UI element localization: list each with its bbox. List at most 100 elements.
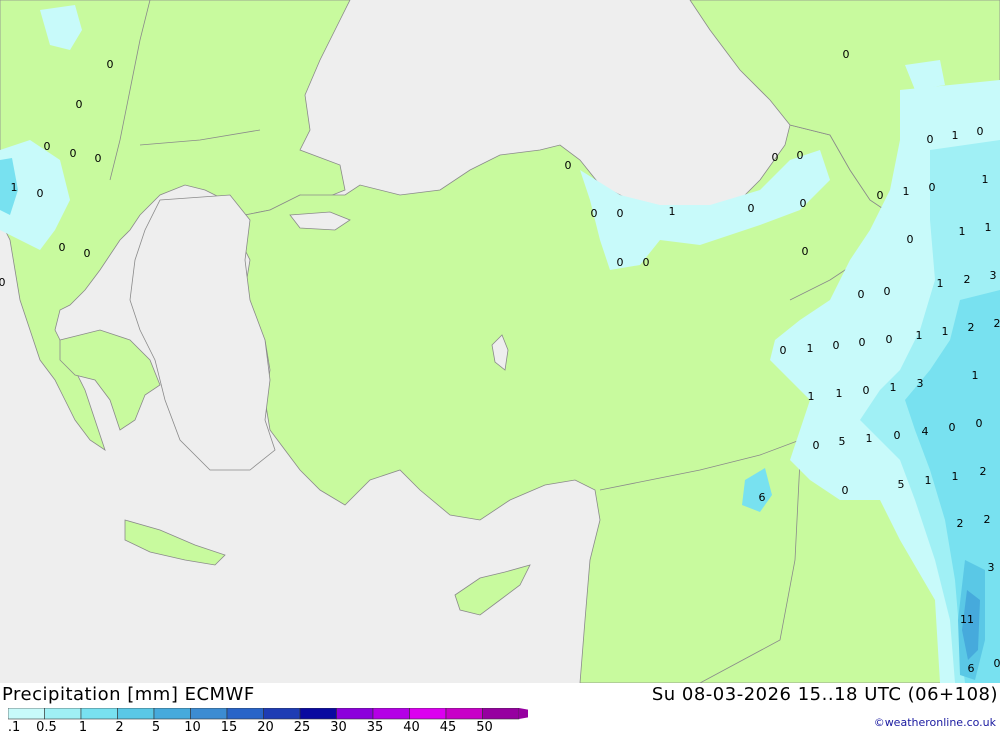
map-value-42: 1 (807, 342, 814, 355)
map-value-41: 0 (780, 344, 787, 357)
map-value-69: 0 (994, 657, 1000, 670)
map-value-25: 1 (982, 173, 989, 186)
map-value-31: 1 (985, 221, 992, 234)
map-value-44: 0 (859, 336, 866, 349)
map-value-60: 1 (952, 470, 959, 483)
map-value-59: 2 (980, 465, 987, 478)
map-value-21: 0 (800, 197, 807, 210)
map-value-63: 0 (842, 484, 849, 497)
map-value-58: 0 (894, 429, 901, 442)
map-value-28: 0 (802, 245, 809, 258)
legend-label-4: 5 (152, 720, 160, 733)
legend-swatch-13 (482, 708, 520, 720)
legend-swatch-4 (153, 708, 191, 720)
legend-swatch-2 (80, 708, 118, 720)
map-value-22: 0 (877, 189, 884, 202)
map-value-8: 0 (84, 247, 91, 260)
map-value-10: 0 (843, 48, 850, 61)
map-value-46: 1 (972, 369, 979, 382)
map-value-43: 0 (833, 339, 840, 352)
legend-label-5: 10 (184, 720, 201, 733)
map-value-38: 1 (916, 329, 923, 342)
map-value-53: 0 (949, 421, 956, 434)
map-value-23: 1 (903, 185, 910, 198)
legend-swatch-6 (226, 708, 264, 720)
map-footer: Precipitation [mm] ECMWF Su 08-03-2026 1… (0, 683, 1000, 733)
map-value-47: 1 (808, 390, 815, 403)
map-value-26: 0 (617, 256, 624, 269)
map-value-3: 0 (70, 147, 77, 160)
map-title: Precipitation [mm] ECMWF (2, 684, 255, 705)
legend-swatch-8 (299, 708, 337, 720)
map-value-51: 3 (917, 377, 924, 390)
map-value-56: 5 (839, 435, 846, 448)
map-value-33: 2 (964, 273, 971, 286)
map-value-55: 0 (813, 439, 820, 452)
map-value-36: 0 (884, 285, 891, 298)
map-value-65: 2 (984, 513, 991, 526)
legend-arrow (519, 708, 528, 719)
map-value-57: 1 (866, 432, 873, 445)
map-value-37: 2 (994, 317, 1000, 330)
map-value-4: 0 (95, 152, 102, 165)
legend-swatch-1 (44, 708, 82, 720)
legend-label-1: 0.5 (36, 720, 57, 733)
legend-label-10: 35 (367, 720, 384, 733)
legend-label-9: 30 (330, 720, 347, 733)
valid-datetime: Su 08-03-2026 15..18 UTC (06+108) (651, 684, 998, 705)
legend-label-7: 20 (257, 720, 274, 733)
map-value-70: 6 (968, 662, 975, 675)
legend-label-2: 1 (79, 720, 87, 733)
map-value-14: 0 (927, 133, 934, 146)
map-value-11: 0 (565, 159, 572, 172)
map-value-32: 1 (937, 277, 944, 290)
map-value-27: 0 (643, 256, 650, 269)
map-value-30: 1 (959, 225, 966, 238)
legend-swatch-0 (8, 708, 45, 720)
legend-swatch-9 (336, 708, 374, 720)
map-value-52: 0 (976, 417, 983, 430)
map-value-20: 0 (748, 202, 755, 215)
map-value-16: 0 (977, 125, 984, 138)
precipitation-legend: 0.10.5125101520253035404550 (8, 708, 528, 733)
precipitation-map: 0000 01 00 00000 00 1 00 0 1 0 00 1 010 0001 11 2 30 021 1… (0, 0, 1000, 683)
legend-swatch-7 (263, 708, 301, 720)
legend-label-12: 45 (440, 720, 457, 733)
legend-label-3: 2 (115, 720, 123, 733)
map-value-2: 0 (44, 140, 51, 153)
map-value-6: 0 (37, 187, 44, 200)
map-value-13: 0 (797, 149, 804, 162)
map-value-19: 1 (669, 205, 676, 218)
legend-label-11: 40 (403, 720, 420, 733)
map-value-68: 11 (960, 613, 974, 626)
map-value-29: 0 (907, 233, 914, 246)
legend-swatch-3 (117, 708, 155, 720)
map-value-18: 0 (617, 207, 624, 220)
map-value-45: 0 (886, 333, 893, 346)
map-value-64: 6 (759, 491, 766, 504)
map-value-35: 0 (858, 288, 865, 301)
map-value-5: 1 (11, 181, 18, 194)
map-value-0: 0 (107, 58, 114, 71)
map-value-54: 4 (922, 425, 929, 438)
map-value-12: 0 (772, 151, 779, 164)
credit-link[interactable]: ©weatheronline.co.uk (874, 716, 996, 729)
map-value-61: 1 (925, 474, 932, 487)
map-value-49: 0 (863, 384, 870, 397)
legend-swatch-10 (372, 708, 410, 720)
map-value-67: 3 (988, 561, 995, 574)
map-value-66: 2 (957, 517, 964, 530)
legend-swatch-11 (409, 708, 447, 720)
legend-label-6: 15 (221, 720, 238, 733)
map-value-62: 5 (898, 478, 905, 491)
map-value-9: 0 (0, 276, 6, 289)
legend-label-8: 25 (294, 720, 311, 733)
map-value-17: 0 (591, 207, 598, 220)
legend-swatch-12 (445, 708, 483, 720)
map-value-34: 3 (990, 269, 997, 282)
map-value-48: 1 (836, 387, 843, 400)
map-value-7: 0 (59, 241, 66, 254)
legend-label-0: 0.1 (8, 720, 20, 733)
map-value-39: 1 (942, 325, 949, 338)
legend-label-13: 50 (476, 720, 493, 733)
